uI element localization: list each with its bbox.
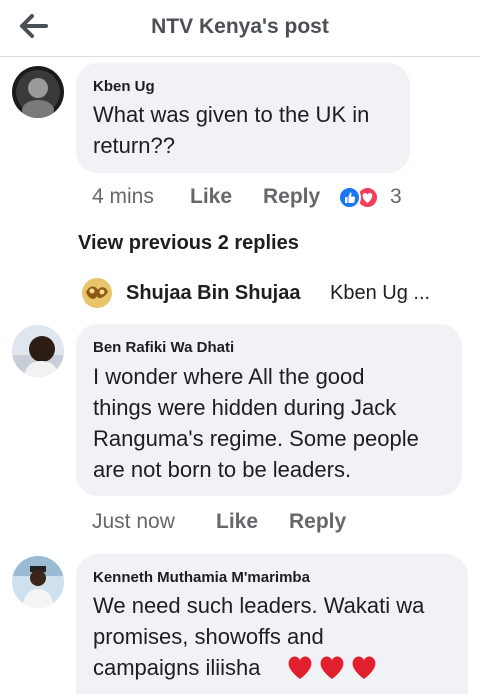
avatar[interactable] (82, 278, 112, 308)
like-button[interactable]: Like (190, 185, 232, 209)
heart-emoji-icon (288, 656, 312, 679)
comment-text-line: are not born to be leaders. (93, 457, 352, 482)
view-previous-replies-link[interactable]: View previous 2 replies (78, 232, 299, 255)
reply-button[interactable]: Reply (289, 510, 346, 534)
reply-preview-text: Kben Ug ... (330, 282, 431, 304)
avatar[interactable] (12, 325, 64, 377)
avatar[interactable] (12, 556, 64, 608)
comment-text-line: Ranguma's regime. Some people (93, 426, 419, 451)
like-reaction-icon (338, 186, 361, 209)
comment-timestamp: Just now (92, 510, 175, 533)
comment-author[interactable]: Ben Rafiki Wa Dhati (93, 339, 234, 356)
post-header: NTV Kenya's post (0, 0, 480, 57)
comment-text-line: things were hidden during Jack (93, 395, 397, 420)
reply-button[interactable]: Reply (263, 185, 320, 209)
heart-emoji-group (285, 653, 379, 683)
comment-text-line: promises, showoffs and (93, 624, 324, 649)
comment-timestamp: 4 mins (92, 185, 154, 208)
comment-text-line: I wonder where All the good (93, 364, 365, 389)
comment-author[interactable]: Kenneth Muthamia M'marimba (93, 569, 310, 586)
comment-text-line: campaigns iliisha (93, 655, 261, 680)
comment-author[interactable]: Kben Ug (93, 78, 155, 95)
comment-text-line: We need such leaders. Wakati wa (93, 593, 425, 618)
heart-emoji-icon (352, 656, 376, 679)
reply-preview-row[interactable]: Shujaa Bin Shujaa Kben Ug ... (82, 278, 462, 310)
like-button[interactable]: Like (216, 510, 258, 534)
comment-text-line: return?? (93, 133, 175, 158)
reactions-summary[interactable]: 3 (338, 184, 408, 212)
page-title: NTV Kenya's post (151, 15, 329, 38)
reply-author[interactable]: Shujaa Bin Shujaa (126, 282, 300, 305)
avatar[interactable] (12, 66, 64, 118)
reaction-count: 3 (390, 185, 402, 208)
comment-text-line: What was given to the UK in (93, 102, 370, 127)
heart-emoji-icon (320, 656, 344, 679)
